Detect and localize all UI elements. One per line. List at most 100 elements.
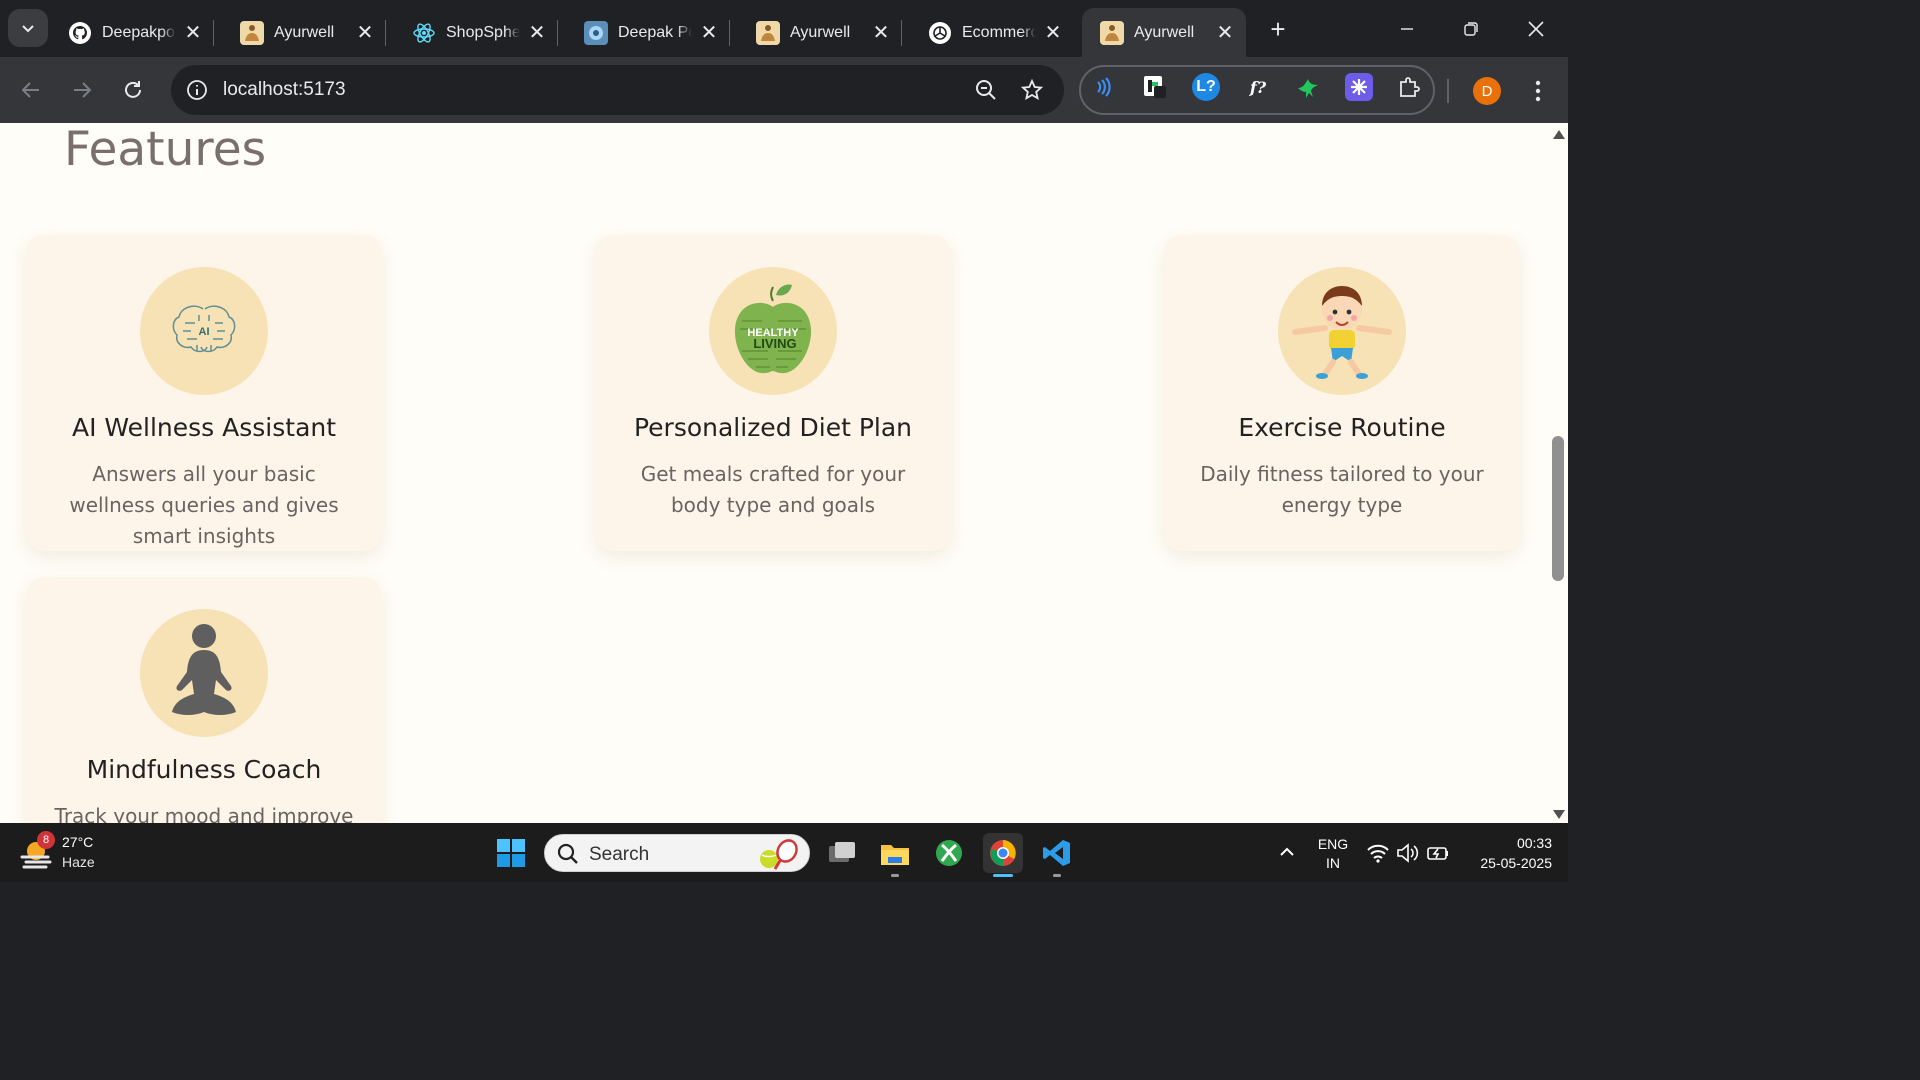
tab-6[interactable]: Ecommerc ✕	[910, 8, 1074, 57]
minimize-icon	[1400, 27, 1413, 30]
minimize-button[interactable]	[1374, 0, 1439, 57]
reload-button[interactable]	[117, 74, 149, 106]
tab-title: ShopSphe	[446, 23, 520, 41]
active-indicator	[993, 874, 1013, 877]
close-icon[interactable]: ✕	[698, 22, 720, 44]
page-viewport: Features AI AI Wellness Assistant Answer…	[0, 123, 1549, 823]
tab-title: Deepakpo	[102, 23, 175, 41]
feature-description: Get meals crafted for your body type and…	[640, 462, 906, 517]
chevron-up-icon[interactable]	[1276, 841, 1298, 863]
tab-title: Ayurwell	[790, 23, 851, 41]
portfolio-icon	[584, 20, 608, 45]
weather-condition: Haze	[62, 854, 95, 870]
feature-description: Track your mood and improve	[54, 804, 354, 823]
feature-title: Exercise Routine	[1238, 413, 1446, 442]
restore-icon	[1463, 21, 1478, 36]
search-icon	[557, 843, 578, 864]
close-icon[interactable]: ✕	[870, 22, 892, 44]
info-icon	[187, 80, 207, 100]
taskbar-search-box[interactable]: Search	[544, 834, 810, 872]
feature-description: Daily fitness tailored to your energy ty…	[1200, 462, 1484, 517]
url-text[interactable]: localhost:5173	[223, 79, 346, 101]
vscode-icon[interactable]	[1037, 833, 1077, 877]
extension-function-icon[interactable]: f?	[1244, 73, 1272, 101]
tab-7-active[interactable]: Ayurwell ✕	[1082, 8, 1246, 57]
ayurwell-icon	[1100, 20, 1124, 45]
language-region: IN	[1326, 855, 1340, 871]
bookmark-button[interactable]	[1017, 75, 1047, 105]
back-button[interactable]	[15, 74, 47, 106]
tab-2[interactable]: Ayurwell ✕	[222, 8, 386, 57]
extension-asterisk-icon[interactable]	[1345, 73, 1373, 101]
tab-3[interactable]: ShopSphe ✕	[394, 8, 558, 57]
new-tab-button[interactable]: +	[1262, 14, 1294, 44]
close-icon	[1527, 20, 1544, 37]
close-window-button[interactable]	[1503, 0, 1568, 57]
feature-title: Mindfulness Coach	[86, 755, 322, 784]
exercising-kid-icon	[1278, 267, 1406, 395]
close-icon[interactable]: ✕	[526, 22, 548, 44]
system-tray[interactable]	[1366, 841, 1450, 865]
tab-title: Ecommerc	[962, 23, 1036, 41]
close-icon[interactable]: ✕	[182, 22, 204, 44]
running-indicator	[1053, 874, 1061, 877]
screen: Deepakpo ✕ Ayurwell ✕ ShopSphe ✕ Deepak …	[0, 0, 1568, 882]
chrome-taskbar-icon[interactable]	[983, 833, 1023, 877]
wifi-icon	[1367, 844, 1389, 863]
scrollbar-thumb[interactable]	[1552, 436, 1564, 581]
extensions-puzzle-icon[interactable]	[1396, 73, 1424, 101]
menu-button[interactable]	[1524, 75, 1552, 107]
close-icon[interactable]: ✕	[1214, 22, 1236, 44]
site-info-button[interactable]	[181, 74, 213, 106]
close-icon[interactable]: ✕	[354, 22, 376, 44]
chevron-down-icon	[22, 25, 34, 33]
browser-toolbar: localhost:5173 L? f? D	[0, 57, 1568, 123]
feature-card-ai-assistant[interactable]: AI AI Wellness Assistant Answers all you…	[26, 235, 382, 551]
xbox-icon[interactable]	[929, 833, 969, 873]
zoom-out-icon	[976, 80, 996, 100]
toolbar-divider	[1447, 79, 1449, 103]
battery-charging-icon	[1427, 847, 1448, 860]
features-heading: Features	[64, 123, 267, 177]
language-code: ENG	[1317, 836, 1349, 852]
feature-card-exercise[interactable]: Exercise Routine Daily fitness tailored …	[1164, 235, 1520, 551]
windows-taskbar: 8 27°C Haze Search ENG IN 00:33 25-05-20…	[0, 823, 1568, 882]
tab-title: Deepak Po	[618, 23, 692, 41]
extension-wave-icon[interactable]	[1089, 73, 1117, 101]
scroll-up-arrow-icon[interactable]	[1553, 130, 1565, 139]
feature-title: AI Wellness Assistant	[71, 413, 337, 442]
tab-5[interactable]: Ayurwell ✕	[738, 8, 902, 57]
tab-4[interactable]: Deepak Po ✕	[566, 8, 730, 57]
extension-help-icon[interactable]: L?	[1192, 73, 1220, 101]
feature-card-mindfulness[interactable]: Mindfulness Coach Track your mood and im…	[26, 577, 382, 823]
tab-title: Ayurwell	[274, 23, 335, 41]
close-icon[interactable]: ✕	[1042, 22, 1064, 44]
extension-bird-icon[interactable]	[1294, 73, 1322, 101]
task-view-icon[interactable]	[822, 833, 862, 873]
zoom-button[interactable]	[971, 75, 1001, 105]
language-indicator[interactable]: ENG IN	[1316, 835, 1350, 873]
forward-button[interactable]	[66, 74, 98, 106]
react-icon	[412, 21, 436, 45]
tab-title: Ayurwell	[1134, 23, 1195, 41]
system-clock[interactable]: 00:33 25-05-2025	[1462, 833, 1552, 873]
address-bar[interactable]: localhost:5173	[171, 65, 1064, 115]
weather-widget[interactable]: 8 27°C Haze	[20, 831, 130, 875]
feature-card-diet-plan[interactable]: HEALTHY LIVING Personalized Diet Plan Ge…	[595, 235, 951, 551]
github-icon	[68, 21, 92, 45]
windows-start-icon[interactable]	[496, 838, 526, 868]
tab-1[interactable]: Deepakpo ✕	[50, 8, 214, 57]
healthy-living-apple-icon: HEALTHY LIVING	[709, 267, 837, 395]
ai-brain-icon: AI	[140, 267, 268, 395]
file-explorer-icon[interactable]	[875, 833, 915, 877]
profile-avatar[interactable]: D	[1473, 77, 1501, 105]
tab-search-button[interactable]	[8, 9, 48, 47]
weather-temperature: 27°C	[62, 834, 94, 850]
feature-description: Answers all your basic wellness queries …	[69, 462, 339, 548]
star-icon	[1020, 78, 1044, 100]
extension-tab-icon[interactable]	[1141, 73, 1169, 101]
openai-icon	[928, 21, 952, 45]
restore-button[interactable]	[1438, 0, 1503, 57]
page-scrollbar[interactable]	[1549, 123, 1568, 823]
scroll-down-arrow-icon[interactable]	[1553, 810, 1565, 819]
